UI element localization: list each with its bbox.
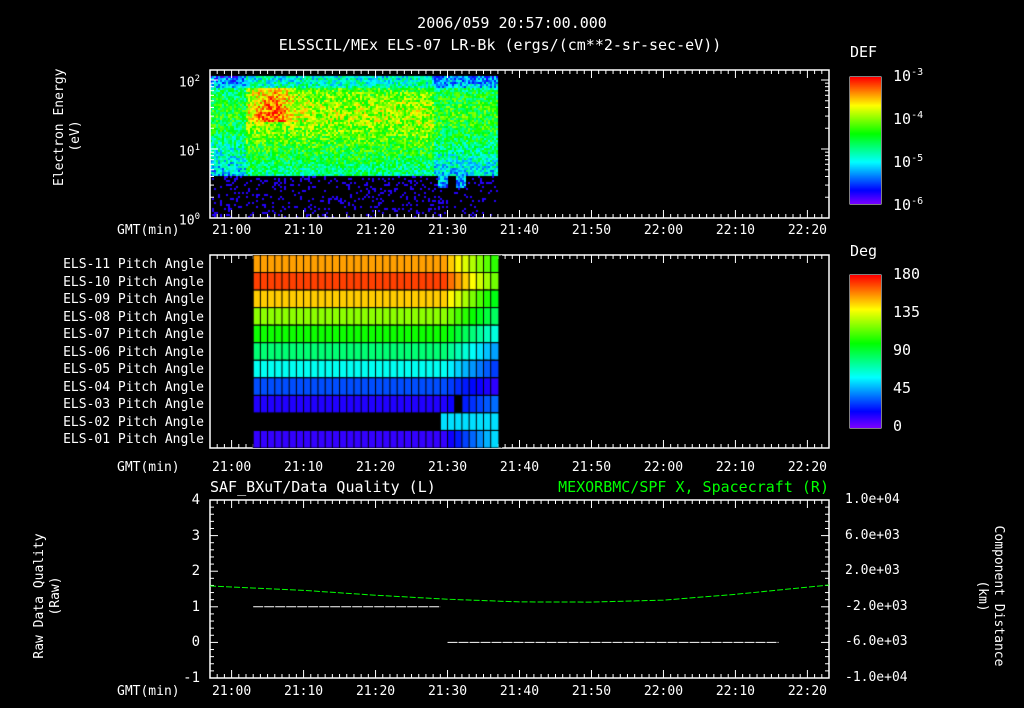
distance-ylabel: Component Distance (km)	[975, 525, 1006, 667]
time-tick-label: 21:10	[283, 223, 324, 238]
time-tick-label: 22:20	[787, 684, 827, 699]
deg-colorbar	[850, 275, 881, 428]
deg-colorbar-tick: 135	[893, 303, 921, 321]
deg-colorbar-tick: 45	[893, 379, 912, 397]
def-colorbar	[850, 77, 881, 204]
gmt-axis-label: GMT(min)	[117, 684, 180, 699]
def-colorbar-tick: 10-6	[893, 196, 924, 214]
time-tick-label: 21:10	[283, 460, 324, 475]
time-tick-label: 22:00	[643, 460, 684, 475]
pitch-angle-row-label: ELS-03 Pitch Angle	[63, 397, 204, 413]
pitch-angle-row-label: ELS-06 Pitch Angle	[63, 344, 204, 360]
distance-tick-label: -1.0e+04	[845, 670, 908, 685]
distance-tick-label: -6.0e+03	[845, 634, 908, 650]
time-tick-label: 22:20	[787, 223, 827, 238]
time-tick-label: 22:10	[715, 460, 755, 475]
time-tick-label: 21:50	[571, 223, 612, 238]
energy-ylabel: Electron Energy (eV)	[52, 68, 83, 186]
time-tick-label: 21:00	[212, 684, 252, 699]
time-tick-label: 21:20	[355, 684, 396, 699]
time-tick-label: 21:30	[427, 223, 468, 238]
deg-colorbar-tick: 180	[893, 265, 921, 283]
time-tick-label: 21:40	[499, 460, 540, 475]
time-tick-label: 22:10	[715, 684, 755, 699]
pitch-angle-row-label: ELS-11 Pitch Angle	[63, 257, 204, 272]
panel-frame	[209, 69, 830, 219]
quality-tick-label: 4	[191, 492, 200, 508]
time-tick-label: 21:20	[355, 223, 396, 238]
def-colorbar-tick: 10-4	[893, 110, 924, 128]
time-tick-label: 22:10	[715, 223, 755, 238]
time-tick-label: 21:50	[571, 460, 612, 475]
quality-tick-label: 2	[191, 563, 200, 580]
spf-x-title: MEXORBMC/SPF X, Spacecraft (R)	[558, 478, 829, 496]
deg-colorbar-tick: 0	[893, 417, 903, 435]
gmt-axis-label: GMT(min)	[117, 223, 180, 238]
def-colorbar-tick: 10-5	[893, 153, 924, 171]
panel-frame	[209, 499, 830, 679]
time-tick-label: 22:20	[787, 460, 827, 475]
pitch-angle-row-label: ELS-08 Pitch Angle	[63, 309, 204, 325]
pitch-angle-row-label: ELS-04 Pitch Angle	[63, 379, 204, 395]
quality-title: SAF_BXuT/Data Quality (L)	[210, 478, 436, 496]
time-tick-label: 22:00	[643, 684, 684, 699]
time-tick-label: 21:20	[355, 460, 396, 475]
quality-tick-label: -1	[183, 670, 200, 686]
energy-tick-label: 102	[178, 74, 200, 91]
time-tick-label: 21:10	[283, 684, 324, 699]
distance-tick-label: 1.0e+04	[845, 492, 900, 507]
pitch-angle-plot	[210, 255, 829, 448]
energy-tick-label: 100	[178, 212, 200, 229]
time-tick-label: 21:00	[212, 223, 252, 238]
pitch-angle-row-label: ELS-01 Pitch Angle	[63, 432, 204, 448]
time-tick-label: 21:40	[499, 223, 540, 238]
quality-ylabel: Raw Data Quality (Raw)	[32, 533, 63, 659]
deg-colorbar-tick: 90	[893, 341, 912, 359]
spf-x-line	[209, 584, 830, 603]
quality-tick-label: 1	[191, 598, 200, 615]
quality-tick-label: 0	[191, 634, 200, 651]
pitch-angle-row-label: ELS-10 Pitch Angle	[63, 274, 204, 290]
quality-tick-label: 3	[191, 527, 200, 544]
energy-tick-label: 101	[178, 143, 200, 160]
gmt-axis-label: GMT(min)	[117, 460, 180, 475]
time-tick-label: 22:00	[643, 223, 684, 238]
pitch-angle-row-label: ELS-07 Pitch Angle	[63, 327, 204, 343]
deg-colorbar-label: Deg	[850, 242, 878, 260]
pitch-angle-row-label: ELS-05 Pitch Angle	[63, 362, 204, 378]
distance-tick-label: 6.0e+03	[845, 527, 900, 543]
time-tick-label: 21:00	[212, 460, 252, 475]
pitch-angle-row-label: ELS-02 Pitch Angle	[63, 414, 204, 430]
def-colorbar-label: DEF	[850, 43, 878, 61]
distance-tick-label: -2.0e+03	[845, 598, 908, 614]
time-tick-label: 21:50	[571, 684, 612, 699]
time-tick-label: 21:30	[427, 684, 468, 699]
distance-tick-label: 2.0e+03	[845, 563, 900, 579]
time-tick-label: 21:30	[427, 460, 468, 475]
pitch-angle-row-label: ELS-09 Pitch Angle	[63, 292, 204, 308]
time-tick-label: 21:40	[499, 684, 540, 699]
def-colorbar-tick: 10-3	[893, 67, 924, 85]
